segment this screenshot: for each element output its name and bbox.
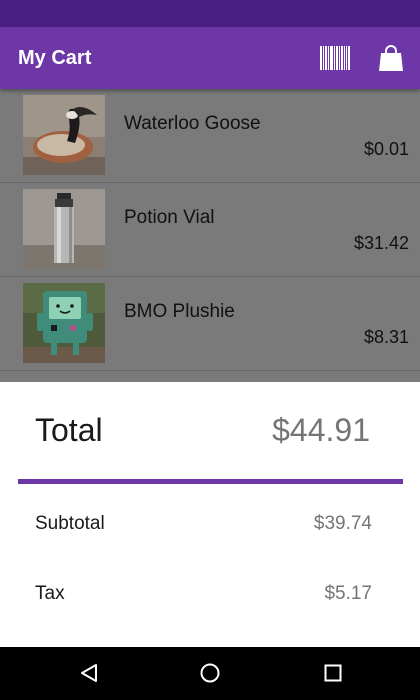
metal-bottle-photo xyxy=(23,189,105,269)
shopping-bag-button[interactable] xyxy=(376,45,406,71)
app-bar-actions xyxy=(320,45,406,71)
barcode-icon xyxy=(320,46,350,70)
item-name: Potion Vial xyxy=(124,207,215,228)
cart-item[interactable]: Waterloo Goose $0.01 xyxy=(0,89,420,183)
recents-button[interactable] xyxy=(320,660,346,686)
item-name: BMO Plushie xyxy=(124,301,235,322)
item-price: $0.01 xyxy=(363,139,409,159)
summary-divider xyxy=(18,479,403,484)
status-bar xyxy=(0,0,420,27)
cart-list: Waterloo Goose $0.01 Potion Vial $31.42 xyxy=(0,89,420,382)
recents-icon xyxy=(324,664,342,682)
subtotal-label: Subtotal xyxy=(35,513,105,534)
total-value: $44.91 xyxy=(272,412,370,448)
back-icon xyxy=(81,664,97,682)
order-summary-panel: Total $44.91 Subtotal $39.74 Tax $5.17 xyxy=(0,382,420,647)
home-icon xyxy=(200,663,220,683)
app-bar: My Cart xyxy=(0,27,420,89)
cart-item[interactable]: Potion Vial $31.42 xyxy=(0,183,420,277)
subtotal-value: $39.74 xyxy=(313,513,372,534)
goose-plush-photo xyxy=(23,95,105,175)
item-name: Waterloo Goose xyxy=(124,113,261,134)
tax-label: Tax xyxy=(35,583,65,604)
home-button[interactable] xyxy=(197,660,223,686)
shopping-bag-icon xyxy=(379,45,403,71)
system-navigation-bar xyxy=(0,647,420,700)
tax-value: $5.17 xyxy=(324,583,372,604)
bmo-plush-photo xyxy=(23,283,105,363)
page-title: My Cart xyxy=(18,46,92,69)
total-label: Total xyxy=(35,412,103,448)
item-price: $31.42 xyxy=(353,233,409,253)
scan-barcode-button[interactable] xyxy=(320,45,350,71)
back-button[interactable] xyxy=(76,660,102,686)
item-price: $8.31 xyxy=(363,327,409,347)
cart-item[interactable]: BMO Plushie $8.31 xyxy=(0,277,420,371)
